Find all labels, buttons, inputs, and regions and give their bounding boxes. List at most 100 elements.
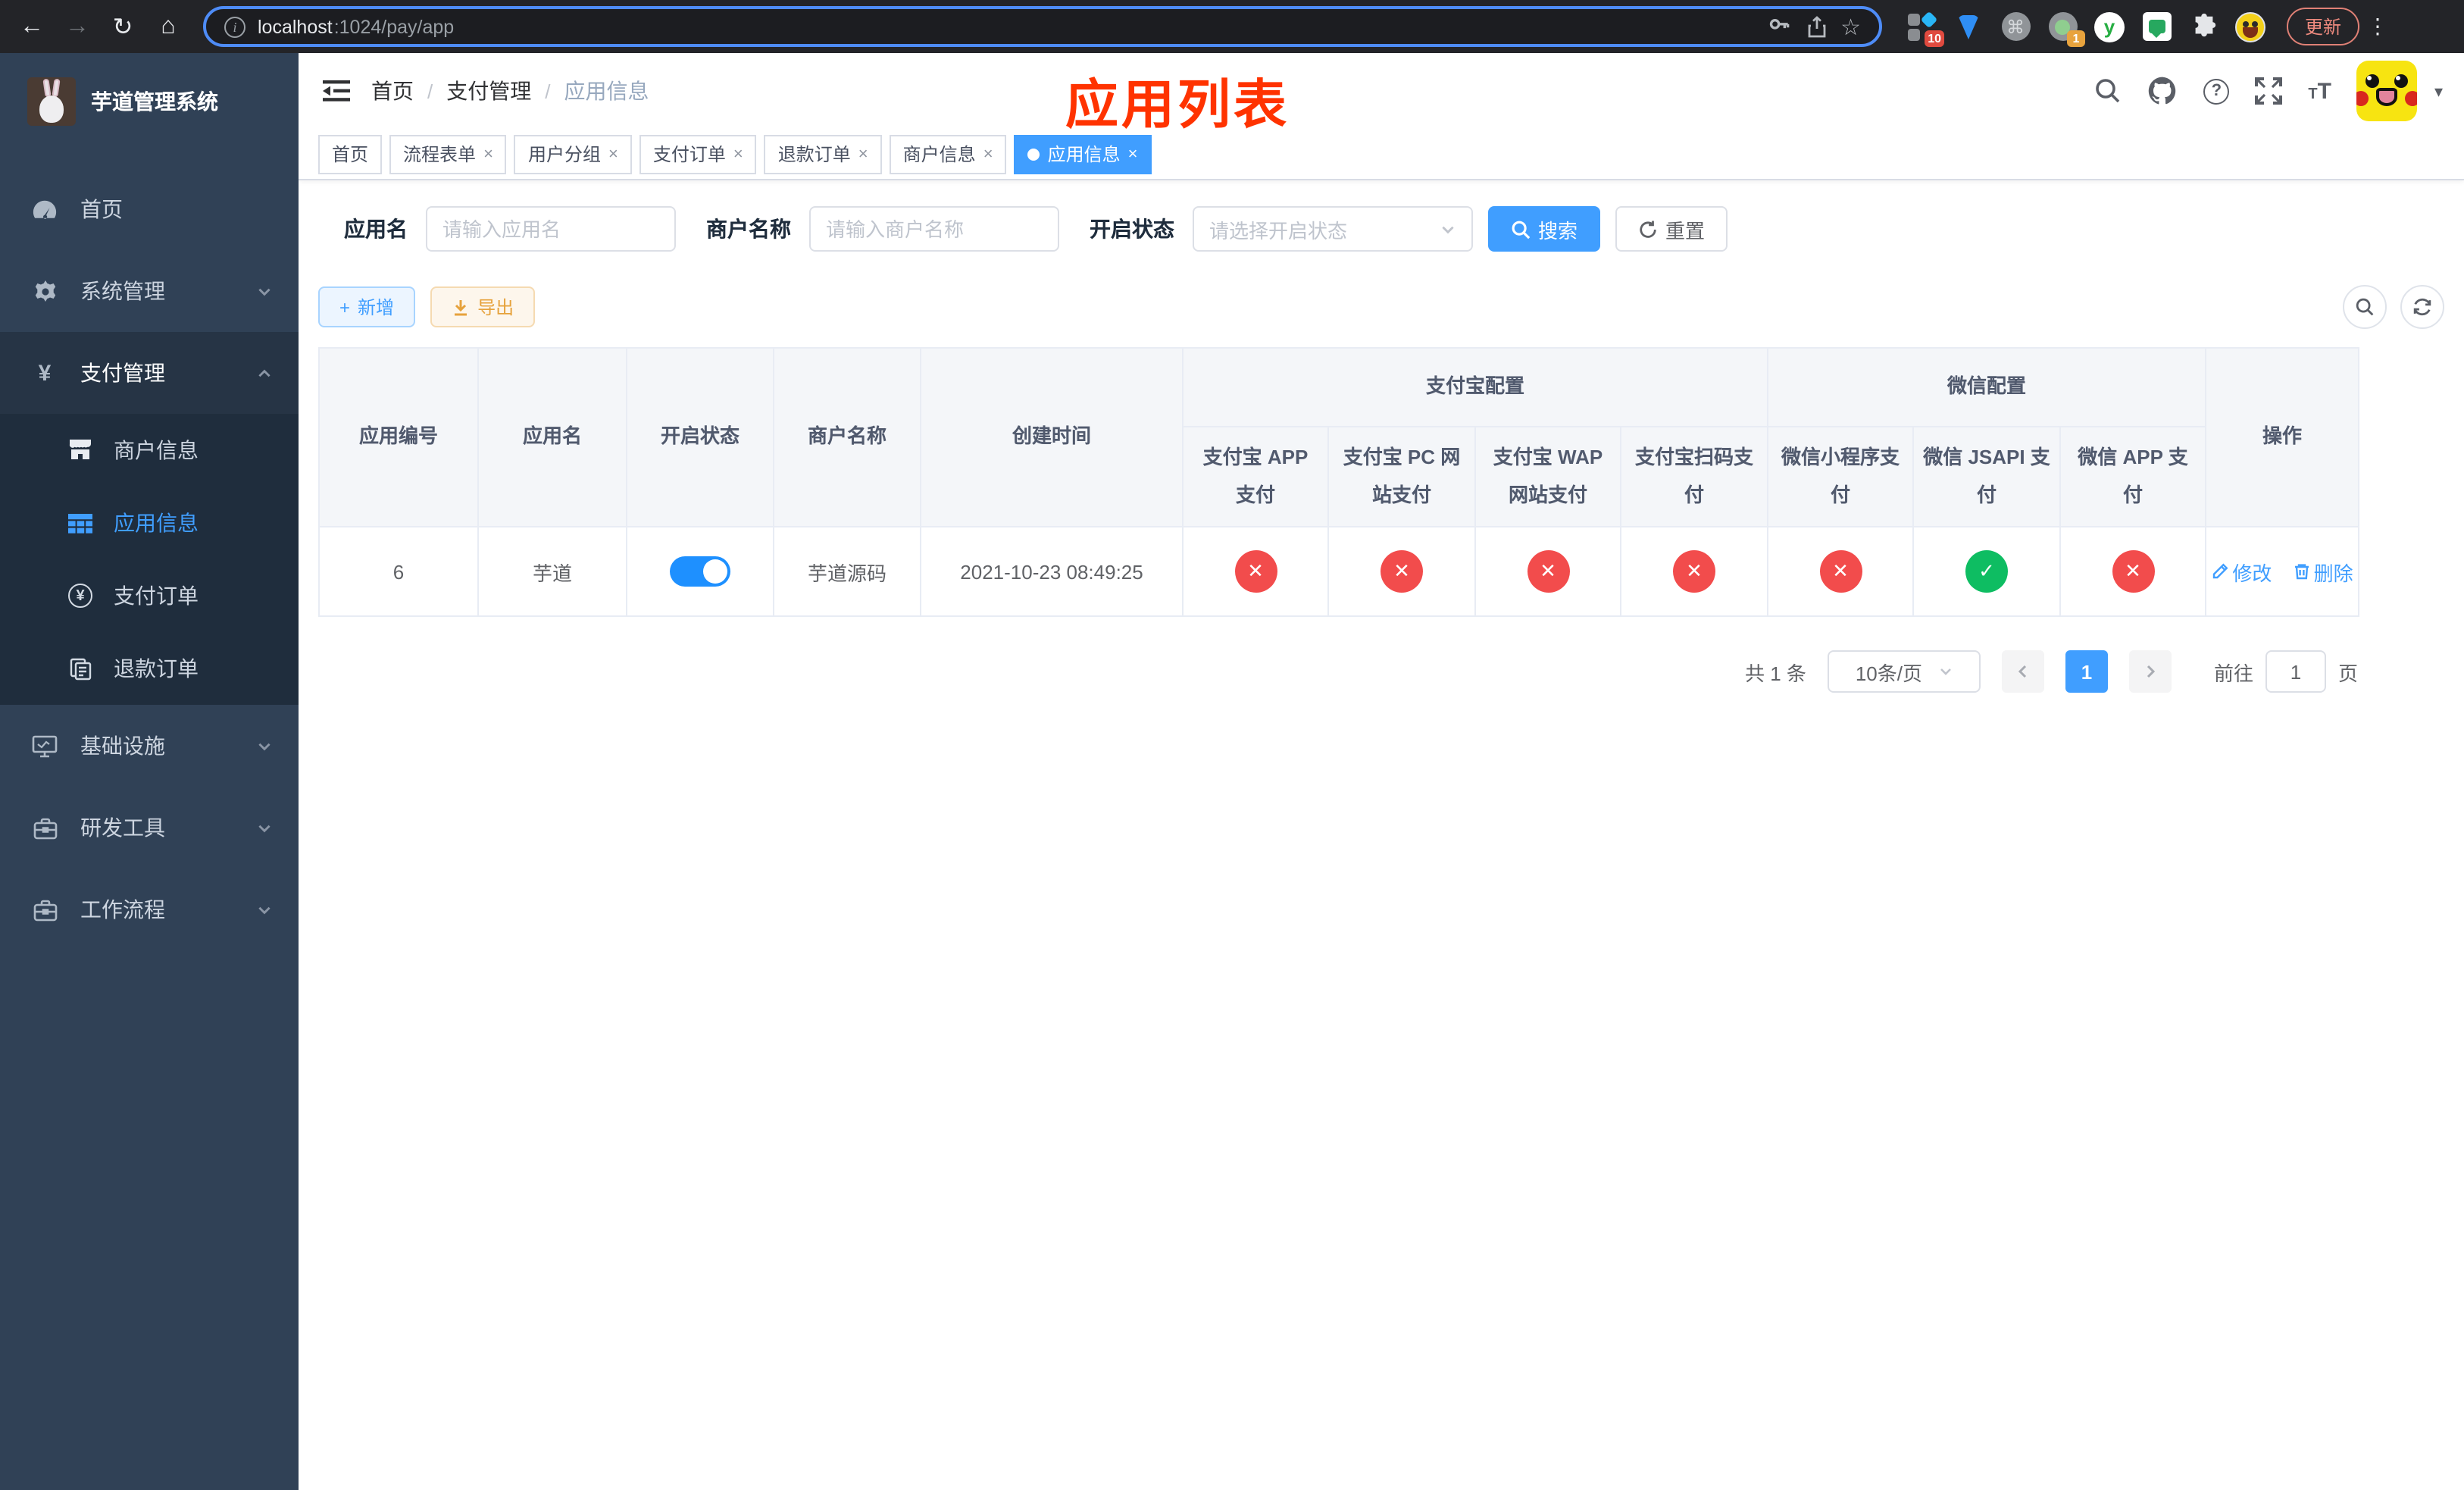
search-button[interactable]: 搜索 xyxy=(1488,206,1601,252)
documents-icon xyxy=(68,657,92,680)
browser-forward-button[interactable]: → xyxy=(58,7,97,46)
tab-user-group[interactable]: 用户分组 × xyxy=(514,134,632,174)
close-icon[interactable]: × xyxy=(608,145,618,163)
sidebar-menu: 首页 系统管理 ¥ 支付管理 商户信息 应用信息 ¥ 支付订单 退款订单 基础设… xyxy=(0,168,299,950)
next-page-button[interactable] xyxy=(2128,650,2172,693)
status-icon: ✕ xyxy=(2112,550,2155,593)
sidebar-item-label: 工作流程 xyxy=(80,897,165,922)
tab-app-info[interactable]: 应用信息 × xyxy=(1014,134,1152,174)
col-merchant: 商户名称 xyxy=(773,346,921,528)
goto-page-input[interactable] xyxy=(2265,650,2326,693)
collapse-sidebar-icon[interactable] xyxy=(314,68,359,114)
sidebar-item-label: 退款订单 xyxy=(114,656,199,681)
merchant-name-input[interactable] xyxy=(809,206,1059,252)
close-icon[interactable]: × xyxy=(1128,145,1138,163)
browser-home-button[interactable]: ⌂ xyxy=(149,7,188,46)
breadcrumb-payment[interactable]: 支付管理 xyxy=(446,76,531,106)
store-icon xyxy=(68,440,92,461)
chat-extension-icon[interactable] xyxy=(2141,11,2172,42)
extension-grid-icon[interactable]: 10 xyxy=(1906,10,1944,46)
sidebar-item-app-info[interactable]: 应用信息 xyxy=(0,487,299,559)
address-bar[interactable]: i localhost:1024/pay/app ☆ xyxy=(203,6,1882,47)
bookmark-star-icon[interactable]: ☆ xyxy=(1840,13,1861,40)
prev-page-button[interactable] xyxy=(2001,650,2044,693)
user-avatar[interactable] xyxy=(2356,61,2418,121)
status-extension-icon[interactable]: 1 xyxy=(2047,11,2085,46)
sidebar-item-dev-tools[interactable]: 研发工具 xyxy=(0,787,299,869)
help-icon[interactable]: ? xyxy=(2203,78,2230,104)
status-icon: ✓ xyxy=(1965,550,2009,593)
status-select[interactable]: 请选择开启状态 xyxy=(1193,206,1473,252)
toggle-search-icon[interactable] xyxy=(2343,285,2387,329)
browser-back-button[interactable]: ← xyxy=(12,7,52,46)
table-grid-icon xyxy=(68,513,92,533)
gem-extension-icon[interactable] xyxy=(1953,11,1984,42)
add-button[interactable]: + 新增 xyxy=(318,286,416,327)
page-size-value: 10条/页 xyxy=(1855,662,1922,685)
sidebar-item-home[interactable]: 首页 xyxy=(0,168,299,250)
refresh-icon[interactable] xyxy=(2400,285,2444,329)
browser-reload-button[interactable]: ↻ xyxy=(103,7,142,46)
cell-created: 2021-10-23 08:49:25 xyxy=(920,526,1184,618)
puzzle-extensions-icon[interactable] xyxy=(2188,11,2219,42)
close-icon[interactable]: × xyxy=(483,145,493,163)
chrome-update-button[interactable]: 更新 xyxy=(2287,8,2360,45)
tab-payment-orders[interactable]: 支付订单 × xyxy=(639,134,757,174)
enable-toggle[interactable] xyxy=(670,556,730,587)
fullscreen-icon[interactable] xyxy=(2255,77,2283,105)
sidebar-logo[interactable]: 芋道管理系统 xyxy=(0,53,299,147)
close-icon[interactable]: × xyxy=(983,145,993,163)
sidebar-item-merchant-info[interactable]: 商户信息 xyxy=(0,414,299,487)
search-icon[interactable] xyxy=(2094,77,2122,105)
sidebar-item-payment[interactable]: ¥ 支付管理 xyxy=(0,332,299,414)
command-extension-icon[interactable]: ⌘ xyxy=(2000,11,2031,42)
delete-link[interactable]: 删除 xyxy=(2293,558,2353,587)
col-status: 开启状态 xyxy=(626,346,774,528)
plus-icon: + xyxy=(339,296,351,318)
tab-process-form[interactable]: 流程表单 × xyxy=(389,134,507,174)
cell-merchant: 芋道源码 xyxy=(773,526,921,618)
sidebar-item-workflow[interactable]: 工作流程 xyxy=(0,869,299,950)
sidebar-item-system[interactable]: 系统管理 xyxy=(0,250,299,332)
sidebar-item-label: 支付订单 xyxy=(114,584,199,608)
close-icon[interactable]: × xyxy=(733,145,743,163)
edit-link[interactable]: 修改 xyxy=(2211,558,2272,587)
sidebar-item-refund-orders[interactable]: 退款订单 xyxy=(0,632,299,705)
status-icon: ✕ xyxy=(1381,550,1423,593)
col-group-alipay: 支付宝配置 xyxy=(1181,347,1769,427)
profile-avatar-emoji[interactable] xyxy=(2235,11,2265,42)
sidebar-item-payment-orders[interactable]: ¥ 支付订单 xyxy=(0,559,299,632)
yudao-extension-icon[interactable]: y xyxy=(2094,11,2125,42)
table-row: 6 芋道 芋道源码 2021-10-23 08:49:25 ✕ ✕ ✕ ✕ ✕ … xyxy=(318,526,2360,618)
tab-merchant-info[interactable]: 商户信息 × xyxy=(889,134,1007,174)
page-unit-label: 页 xyxy=(2337,662,2358,685)
share-icon[interactable] xyxy=(1804,14,1828,39)
page-size-select[interactable]: 10条/页 xyxy=(1827,650,1981,693)
site-info-icon[interactable]: i xyxy=(224,16,245,37)
font-size-icon[interactable]: TT xyxy=(2308,78,2331,104)
top-navbar: 首页 / 支付管理 / 应用信息 应用列表 ? TT ▾ xyxy=(299,53,2464,135)
browser-menu-icon[interactable]: ⋮ xyxy=(2366,14,2390,39)
github-icon[interactable] xyxy=(2147,76,2178,106)
tab-home[interactable]: 首页 xyxy=(318,134,383,174)
active-dot-icon xyxy=(1027,148,1040,160)
sidebar-item-infrastructure[interactable]: 基础设施 xyxy=(0,705,299,787)
delete-label: 删除 xyxy=(2313,562,2353,585)
tab-refund-orders[interactable]: 退款订单 × xyxy=(764,134,882,174)
breadcrumb-home[interactable]: 首页 xyxy=(371,76,414,106)
gear-icon xyxy=(32,279,58,303)
password-key-icon[interactable] xyxy=(1766,14,1792,39)
app-name-input[interactable] xyxy=(426,206,676,252)
page-number-1[interactable]: 1 xyxy=(2065,650,2108,693)
export-button[interactable]: 导出 xyxy=(430,286,536,327)
col-app-name: 应用名 xyxy=(477,346,627,528)
cell-app-id: 6 xyxy=(318,526,479,618)
reset-button[interactable]: 重置 xyxy=(1615,206,1728,252)
sidebar-item-label: 应用信息 xyxy=(114,511,199,535)
col-wechat-app: 微信 APP 支付 xyxy=(2059,425,2207,528)
tab-label: 首页 xyxy=(332,144,369,165)
avatar-caret-icon[interactable]: ▾ xyxy=(2434,81,2443,101)
close-icon[interactable]: × xyxy=(858,145,868,163)
cell-alipay-qr: ✕ xyxy=(1619,526,1769,618)
col-alipay-pc: 支付宝 PC 网站支付 xyxy=(1327,425,1476,528)
